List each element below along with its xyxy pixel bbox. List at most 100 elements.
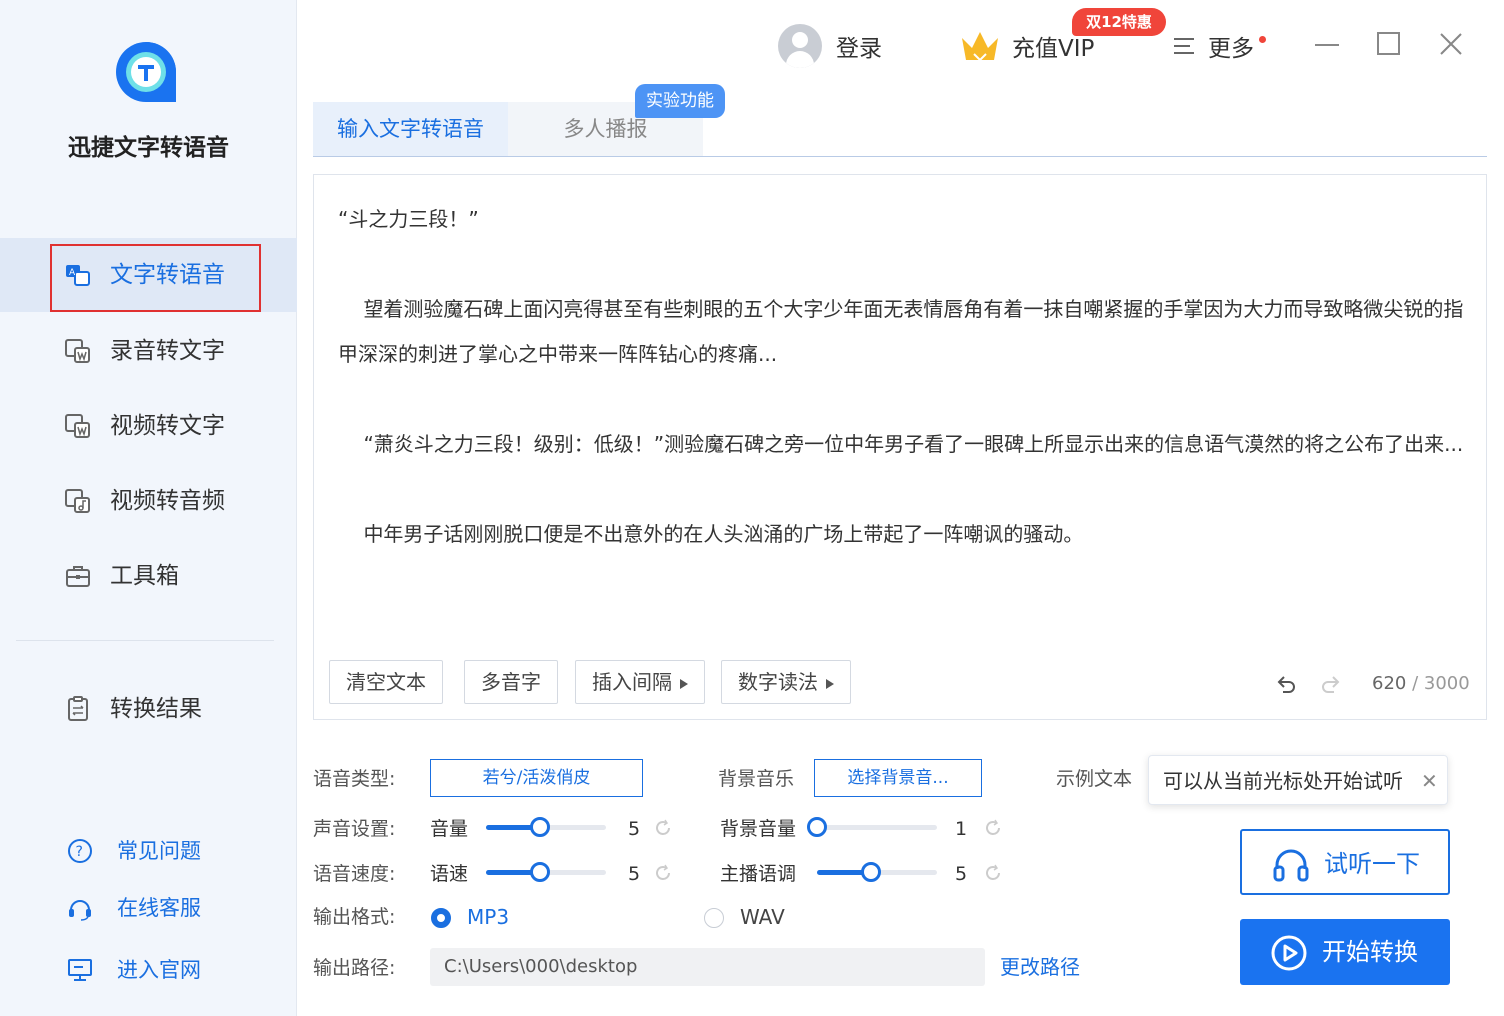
pitch-slider[interactable] [817, 862, 937, 882]
more-menu-button[interactable]: 更多 [1172, 24, 1254, 68]
pitch-value: 5 [955, 863, 968, 885]
video-to-text-icon [65, 414, 90, 438]
insert-pause-button[interactable]: 插入间隔 [575, 660, 705, 704]
rate-label: 语速 [430, 863, 469, 885]
login-label: 登录 [836, 36, 882, 62]
clear-text-label: 清空文本 [346, 670, 426, 694]
select-bgm-button[interactable]: 选择背景音... [814, 759, 982, 797]
svg-text:?: ? [76, 844, 83, 860]
sidebar-item-video-to-audio[interactable]: 视频转音频 [0, 464, 297, 538]
bg-volume-slider[interactable] [807, 817, 937, 837]
sidebar: 迅捷文字转语音 A 文字转语音 录音转文字 视频转文字 视频转音频 工具箱 转换… [0, 0, 297, 1016]
volume-label: 音量 [430, 818, 469, 840]
speed-settings-label: 语音速度: [313, 863, 396, 885]
sidebar-item-label: 转换结果 [110, 696, 202, 722]
app-name: 迅捷文字转语音 [68, 135, 229, 161]
bg-volume-value: 1 [955, 818, 968, 840]
sidebar-item-label: 工具箱 [110, 563, 179, 589]
pitch-label: 主播语调 [720, 863, 797, 885]
char-max: 3000 [1423, 673, 1470, 694]
help-website[interactable]: 进入官网 [0, 950, 297, 990]
help-online-service[interactable]: 在线客服 [0, 888, 297, 928]
minimize-icon[interactable] [1314, 32, 1340, 58]
char-count: 620 [1372, 673, 1407, 694]
maximize-icon[interactable] [1377, 32, 1401, 56]
format-wav-radio[interactable] [704, 908, 724, 928]
sample-text-tooltip: 可以从当前光标处开始试听 ✕ [1148, 755, 1448, 805]
undo-icon[interactable] [1274, 673, 1298, 697]
rate-slider[interactable] [486, 862, 606, 882]
start-convert-button[interactable]: 开始转换 [1240, 919, 1450, 985]
polyphone-button[interactable]: 多音字 [464, 660, 558, 704]
login-button[interactable]: 登录 [778, 24, 882, 68]
tab-text-to-speech[interactable]: 输入文字转语音 [313, 102, 508, 156]
question-icon: ? [68, 839, 92, 863]
sidebar-item-audio-to-text[interactable]: 录音转文字 [0, 314, 297, 388]
reset-icon[interactable] [983, 818, 1003, 838]
sidebar-item-video-to-text[interactable]: 视频转文字 [0, 389, 297, 463]
format-mp3-radio[interactable] [431, 908, 451, 928]
sidebar-item-results[interactable]: 转换结果 [0, 672, 297, 746]
play-circle-icon [1271, 935, 1307, 971]
number-reading-label: 数字读法 [738, 670, 818, 694]
monitor-icon [68, 959, 92, 981]
output-format-label: 输出格式: [313, 906, 396, 928]
triangle-right-icon [826, 678, 834, 689]
listen-button[interactable]: 试听一下 [1240, 829, 1450, 895]
voice-type-label: 语音类型: [313, 768, 396, 790]
video-to-audio-icon [65, 489, 90, 513]
sample-tooltip-text: 可以从当前光标处开始试听 [1163, 769, 1403, 793]
redo-icon[interactable] [1319, 673, 1343, 697]
polyphone-label: 多音字 [481, 670, 541, 694]
volume-slider[interactable] [486, 817, 606, 837]
text-editor[interactable]: “斗之力三段！” 望着测验魔石碑上面闪亮得甚至有些刺眼的五个大字少年面无表情唇角… [313, 174, 1487, 720]
clipboard-icon [68, 696, 88, 721]
headset-icon [69, 900, 91, 921]
experiment-badge: 实验功能 [635, 84, 725, 118]
volume-value: 5 [628, 818, 641, 840]
tab-bar: 输入文字转语音 多人播报 [313, 102, 1487, 157]
close-tooltip-icon[interactable]: ✕ [1421, 769, 1438, 793]
clear-text-button[interactable]: 清空文本 [329, 660, 443, 704]
reset-icon[interactable] [983, 863, 1003, 883]
format-mp3-label[interactable]: MP3 [467, 902, 509, 932]
output-path-label: 输出路径: [313, 957, 396, 979]
sidebar-item-label: 文字转语音 [110, 262, 225, 288]
audio-to-text-icon [65, 339, 90, 363]
help-faq[interactable]: ? 常见问题 [0, 831, 297, 871]
sidebar-item-text-to-speech[interactable]: A 文字转语音 [0, 238, 297, 312]
triangle-right-icon [680, 678, 688, 689]
editor-content[interactable]: “斗之力三段！” 望着测验魔石碑上面闪亮得甚至有些刺眼的五个大字少年面无表情唇角… [338, 197, 1468, 557]
number-reading-button[interactable]: 数字读法 [721, 660, 851, 704]
toolbox-icon [66, 566, 90, 587]
close-icon[interactable] [1439, 32, 1463, 56]
reset-icon[interactable] [653, 863, 673, 883]
avatar-icon [778, 24, 822, 68]
help-faq-label: 常见问题 [117, 839, 201, 863]
output-path-field[interactable]: C:\Users\000\desktop [430, 948, 985, 986]
sidebar-item-toolbox[interactable]: 工具箱 [0, 539, 297, 613]
text-to-speech-icon: A [66, 265, 90, 286]
reset-icon[interactable] [653, 818, 673, 838]
notification-dot [1259, 36, 1266, 43]
change-path-link[interactable]: 更改路径 [1000, 952, 1080, 982]
help-online-service-label: 在线客服 [117, 896, 201, 920]
more-label: 更多 [1208, 36, 1254, 62]
crown-icon [962, 32, 998, 62]
sound-settings-label: 声音设置: [313, 818, 396, 840]
help-website-label: 进入官网 [117, 958, 201, 982]
sidebar-item-label: 视频转文字 [110, 413, 225, 439]
voice-type-button[interactable]: 若兮/活泼俏皮 [430, 759, 643, 797]
sidebar-item-label: 录音转文字 [110, 338, 225, 364]
format-wav-label[interactable]: WAV [740, 902, 785, 932]
insert-pause-label: 插入间隔 [592, 670, 672, 694]
menu-icon [1174, 38, 1194, 54]
char-counter: 620 / 3000 [1372, 673, 1470, 694]
app-logo-icon [116, 42, 176, 102]
listen-label: 试听一下 [1324, 850, 1420, 878]
sidebar-item-label: 视频转音频 [110, 488, 225, 514]
sample-text-label[interactable]: 示例文本 [1056, 764, 1132, 794]
headphones-icon [1273, 849, 1309, 882]
vip-promo-badge: 双12特惠 [1072, 8, 1166, 36]
start-convert-label: 开始转换 [1322, 938, 1418, 966]
